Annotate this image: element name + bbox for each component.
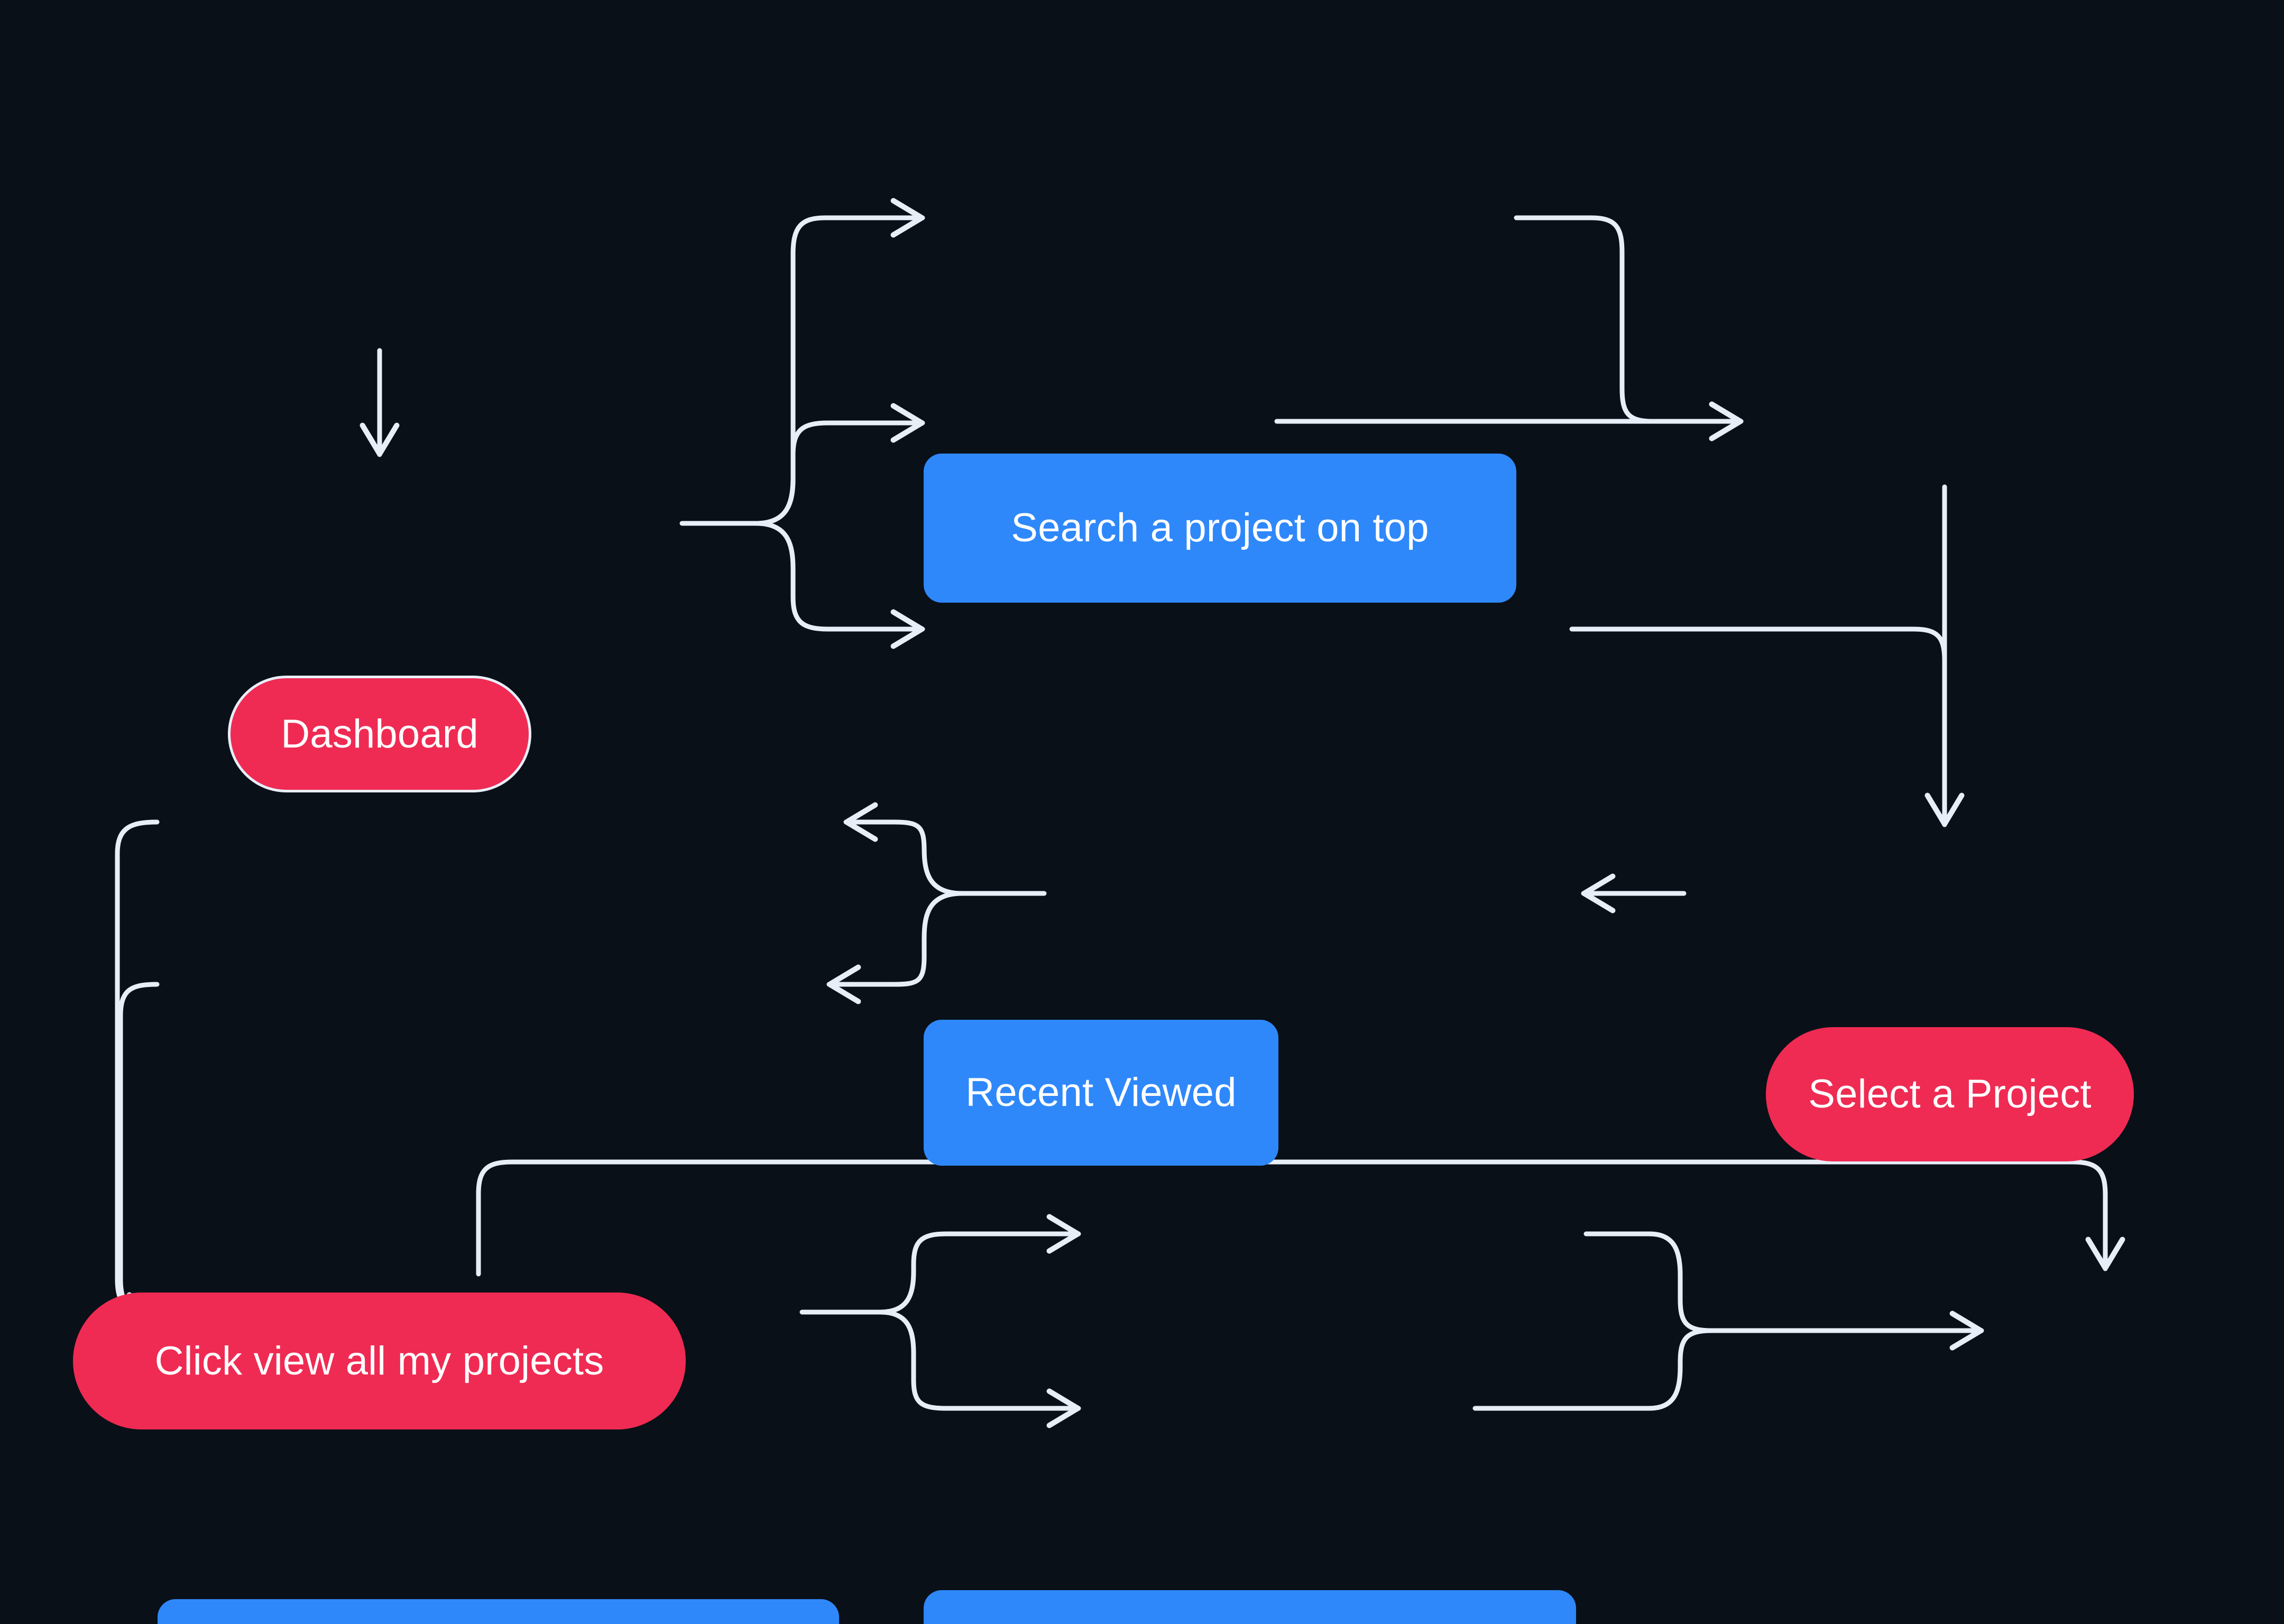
node-search_top[interactable]: Search a project on top bbox=[924, 454, 1516, 603]
node-new_comments[interactable]: Projects with new comments bbox=[924, 1590, 1576, 1624]
edge-save-to-done bbox=[1472, 1328, 1727, 1411]
node-recent_viewed[interactable]: Recent Viewed bbox=[924, 1020, 1278, 1166]
edge-like-to-done bbox=[1583, 1231, 1727, 1333]
edge-review-comment-to-starred bbox=[826, 891, 965, 1004]
node-search_bar[interactable]: Search bar (word, person, etc) bbox=[158, 1599, 839, 1624]
node-label-select_project: Select a Project bbox=[1808, 1072, 2092, 1117]
flowchart-canvas: Dashboard Click view all my projects Searc… bbox=[0, 0, 2284, 1624]
edge-view-all-to-recent-viewed bbox=[753, 403, 925, 526]
edge-review-comment-to-search-bar bbox=[843, 802, 965, 896]
node-label-search_top: Search a project on top bbox=[1011, 505, 1429, 551]
edge-latest-comment-to-done bbox=[476, 1159, 2125, 1277]
node-label-view_all: Click view all my projects bbox=[154, 1338, 604, 1383]
node-select_project[interactable]: Select a Project bbox=[1766, 1027, 2134, 1161]
node-label-dashboard: Dashboard bbox=[281, 711, 478, 756]
node-view_all[interactable]: Click view all my projects bbox=[73, 1293, 686, 1429]
edge-view-all-to-search-top bbox=[753, 198, 925, 526]
edge-latest-comment-to-like bbox=[878, 1214, 1081, 1315]
node-dashboard[interactable]: Dashboard bbox=[228, 676, 531, 792]
node-label-recent_viewed: Recent Viewed bbox=[965, 1070, 1237, 1115]
edge-starred-to-latest-comment bbox=[118, 982, 161, 1332]
edge-view-all-to-new-comments bbox=[753, 521, 925, 649]
edge-search-top-to-select-project bbox=[1514, 215, 1744, 441]
edge-search-bar-to-latest-comment bbox=[115, 819, 161, 1332]
edge-latest-comment-to-save bbox=[878, 1309, 1081, 1428]
edge-new-comments-to-swipe-pages bbox=[1569, 626, 1947, 827]
